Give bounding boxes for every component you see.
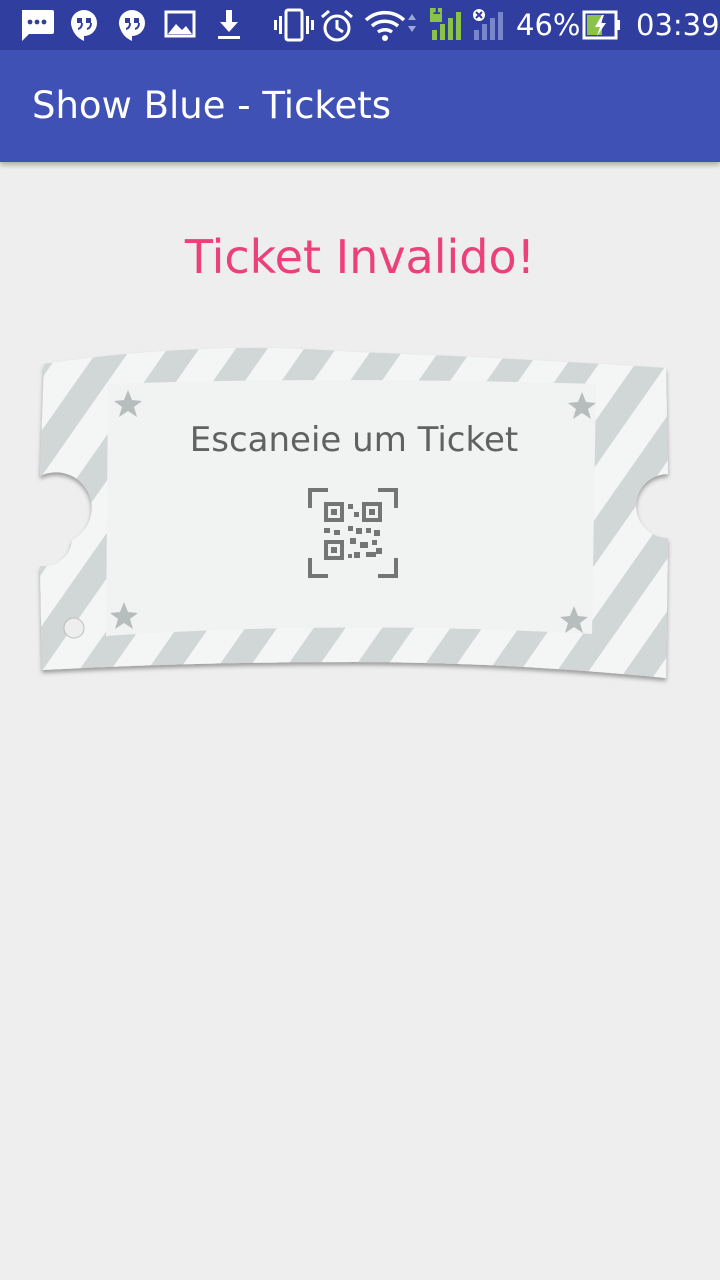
ticket-label: Escaneie um Ticket [189,420,519,460]
scan-result-message: Ticket Invalido! [184,230,536,284]
battery-percent: 46% [516,8,581,42]
app-title: Show Blue - Tickets [32,84,392,127]
no-signal-icon [473,9,503,40]
hangouts-icon [118,9,145,41]
gallery-icon [164,10,196,38]
hangouts-icon [70,9,97,41]
download-icon [218,10,240,39]
clock: 03:39 [636,8,720,42]
vibrate-icon [274,8,314,42]
app-bar: Show Blue - Tickets [0,50,720,162]
wifi-icon [364,10,416,41]
sim-label: 1 [432,3,442,18]
status-bar: 1 46% 03:39 [0,0,720,50]
alarm-icon [321,9,353,42]
scan-ticket-button[interactable]: Escaneie um Ticket [34,344,674,690]
message-icon [22,10,54,41]
ticket-graphic [40,348,668,678]
battery-charging-icon [582,10,620,40]
